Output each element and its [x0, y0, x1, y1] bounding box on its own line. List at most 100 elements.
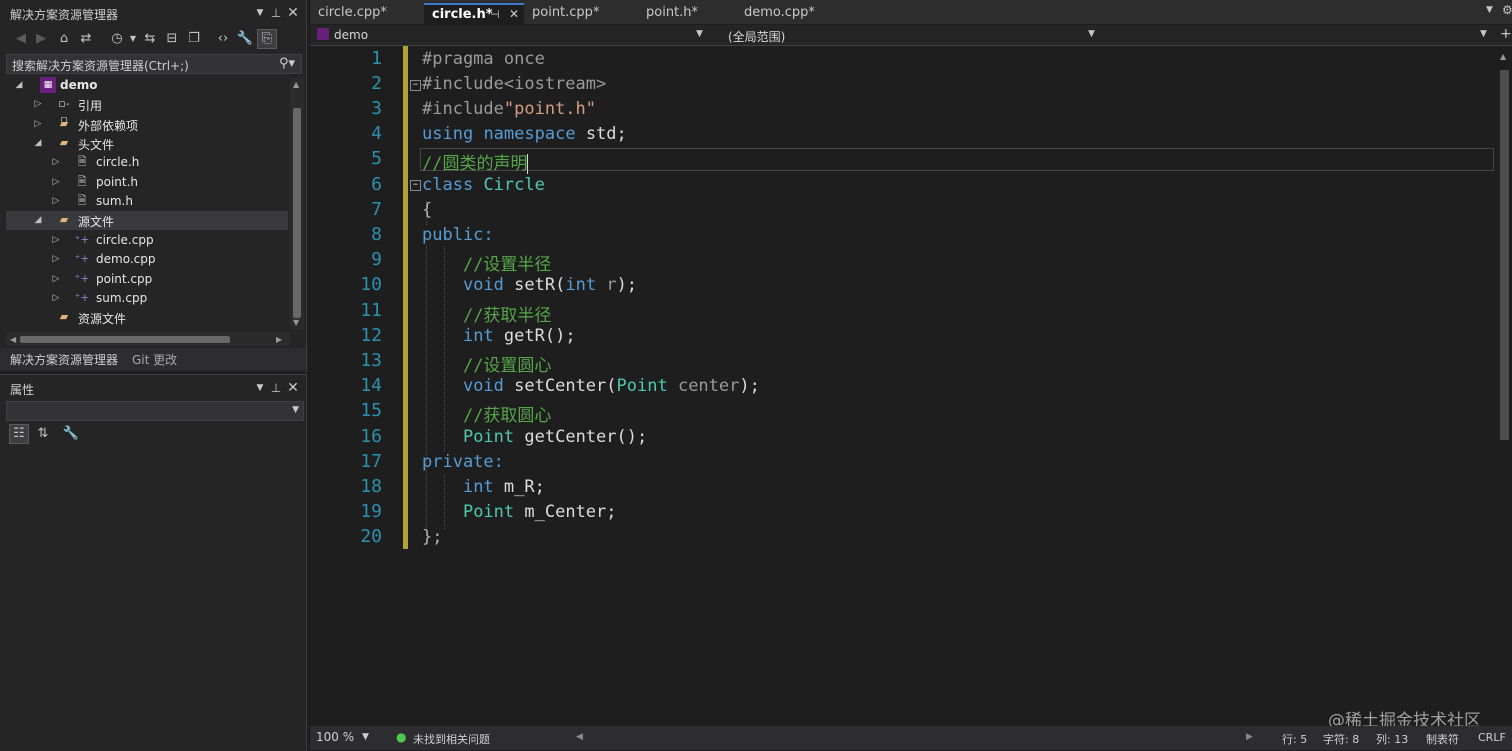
show-all-files-icon[interactable]: ❐ — [185, 30, 203, 48]
collapsed-arrow-icon[interactable]: ▷ — [51, 175, 61, 189]
collapsed-arrow-icon[interactable]: ▷ — [51, 194, 61, 208]
line-ending[interactable]: CRLF — [1478, 731, 1506, 744]
tree-item-project-demo[interactable]: ◢ ▦ demo — [6, 76, 288, 95]
settings-gear-icon[interactable]: ⚙ — [1502, 3, 1512, 17]
collapse-all-icon[interactable]: ⊟ — [163, 30, 181, 48]
column-indicator[interactable]: 列: 13 — [1376, 731, 1408, 747]
line-number: 7 — [371, 199, 382, 220]
keyword: int — [462, 477, 494, 497]
project-icon: ▦ — [40, 77, 56, 93]
chevron-down-icon: ▼ — [1480, 29, 1487, 39]
expanded-arrow-icon[interactable]: ◢ — [33, 136, 43, 150]
split-add-icon[interactable]: + — [1500, 26, 1512, 42]
tree-item-demo-cpp[interactable]: ▷ ⁺+ demo.cpp — [6, 250, 288, 269]
issues-status[interactable]: 未找到相关问题 — [413, 731, 490, 747]
line-number: 11 — [360, 300, 382, 321]
pin-icon[interactable]: ⊥ — [268, 380, 284, 396]
property-pages-wrench-icon[interactable]: 🔧 — [62, 425, 80, 443]
window-position-dropdown-icon[interactable]: ▼ — [252, 5, 268, 21]
tree-item-sum-h[interactable]: ▷ 🗎 sum.h — [6, 192, 288, 211]
scroll-left-icon[interactable]: ◀ — [10, 335, 16, 344]
search-icon[interactable]: ⚲▾ — [279, 56, 295, 71]
alphabetical-icon[interactable]: ⇅ — [34, 425, 52, 443]
scope-selector[interactable]: (全局范围) ▼ — [722, 26, 1102, 44]
sync-with-active-document-icon[interactable]: ⇆ — [141, 30, 159, 48]
scrollbar-thumb[interactable] — [293, 108, 301, 318]
close-icon[interactable]: ✕ — [285, 5, 301, 21]
collapsed-arrow-icon[interactable]: ▷ — [51, 252, 61, 266]
tab-demo-cpp[interactable]: demo.cpp* — [736, 3, 856, 24]
tree-item-references[interactable]: ▷ ▫‐▫ 引用 — [6, 95, 288, 126]
tab-point-h[interactable]: point.h* — [638, 3, 734, 24]
collapse-region-icon[interactable]: − — [410, 180, 421, 191]
switch-views-icon[interactable]: ⇄ — [77, 30, 95, 48]
line-number: 15 — [360, 400, 382, 421]
scroll-right-icon[interactable]: ▶ — [1246, 732, 1253, 742]
scroll-right-icon[interactable]: ▶ — [276, 335, 282, 344]
indentation-mode[interactable]: 制表符 — [1426, 731, 1459, 747]
scrollbar-thumb[interactable] — [20, 336, 230, 343]
collapsed-arrow-icon[interactable]: ▷ — [33, 117, 43, 131]
scroll-up-icon[interactable]: ▲ — [1500, 52, 1506, 61]
expanded-arrow-icon[interactable]: ◢ — [14, 78, 24, 92]
code-line-20: }; — [422, 527, 442, 547]
tree-item-sum-cpp[interactable]: ▷ ⁺+ sum.cpp — [6, 289, 288, 308]
expanded-arrow-icon[interactable]: ◢ — [33, 213, 43, 227]
categorized-icon[interactable]: ☷ — [9, 424, 29, 444]
editor-vertical-scrollbar[interactable]: ▲ — [1496, 46, 1512, 726]
tree-item-resource-files[interactable]: ▰ 资源文件 — [6, 308, 288, 327]
scroll-up-icon[interactable]: ▲ — [293, 80, 299, 89]
pin-tab-icon[interactable]: ⊣ — [490, 8, 500, 21]
filter-dropdown-icon[interactable]: ▼ — [124, 30, 142, 48]
preview-selected-items-icon[interactable]: ⎘ — [257, 29, 277, 49]
scroll-left-icon[interactable]: ◀ — [576, 732, 583, 742]
folder-icon: ▰ — [59, 310, 69, 323]
collapsed-arrow-icon[interactable]: ▷ — [51, 233, 61, 247]
tree-item-point-h[interactable]: ▷ 🗎 point.h — [6, 173, 288, 192]
zoom-dropdown-icon[interactable]: ▼ — [362, 732, 369, 742]
char-indicator[interactable]: 字符: 8 — [1323, 731, 1359, 747]
tab-git-changes[interactable]: Git 更改 — [132, 351, 177, 368]
line-indicator[interactable]: 行: 5 — [1282, 731, 1307, 747]
properties-wrench-icon[interactable]: 🔧 — [236, 30, 254, 48]
punctuation: ); — [616, 275, 638, 295]
collapsed-arrow-icon[interactable]: ▷ — [51, 272, 61, 286]
tree-vertical-scrollbar[interactable]: ▲ ▼ — [290, 78, 304, 330]
window-position-dropdown-icon[interactable]: ▼ — [252, 380, 268, 396]
pin-icon[interactable]: ⊥ — [268, 5, 284, 21]
tree-horizontal-scrollbar[interactable]: ◀ ▶ — [6, 332, 290, 346]
tree-item-source-files[interactable]: ◢ ▰ 源文件 — [6, 211, 288, 230]
close-tab-icon[interactable]: ✕ — [509, 7, 519, 21]
tab-solution-explorer[interactable]: 解决方案资源管理器 — [10, 351, 118, 368]
tree-item-circle-h[interactable]: ▷ 🗎 circle.h — [6, 153, 288, 172]
zoom-level[interactable]: 100 % — [316, 730, 354, 744]
collapsed-arrow-icon[interactable]: ▷ — [51, 155, 61, 169]
solution-explorer-toolbar: ◀ ▶ ⌂ ⇄ ◷ ▼ ⇆ ⊟ ❐ ‹› 🔧 ⎘ — [8, 28, 298, 50]
collapse-region-icon[interactable]: − — [410, 80, 421, 91]
back-icon[interactable]: ◀ — [12, 30, 30, 48]
scroll-down-icon[interactable]: ▼ — [293, 318, 299, 327]
home-icon[interactable]: ⌂ — [55, 30, 73, 48]
tab-point-cpp[interactable]: point.cpp* — [524, 3, 636, 24]
forward-icon[interactable]: ▶ — [32, 30, 50, 48]
project-selector[interactable]: demo ▼ — [312, 26, 706, 44]
code-view-icon[interactable]: ‹› — [214, 30, 232, 48]
line-number: 12 — [360, 325, 382, 346]
properties-object-selector[interactable]: ▼ — [6, 401, 304, 421]
check-circle-icon: ● — [396, 730, 407, 744]
tree-item-circle-cpp[interactable]: ▷ ⁺+ circle.cpp — [6, 231, 288, 250]
member-selector[interactable]: ▼ — [1106, 26, 1492, 44]
tree-item-external-dependencies[interactable]: ▷ ▰ 外部依赖项 — [6, 115, 288, 134]
code-editor[interactable]: 1 2 3 4 5 6 7 8 9 10 11 12 13 14 15 16 1… — [310, 46, 1496, 726]
collapsed-arrow-icon[interactable]: ▷ — [51, 291, 61, 305]
scrollbar-thumb[interactable] — [1500, 70, 1509, 440]
collapsed-arrow-icon[interactable]: ▷ — [33, 97, 43, 111]
tab-list-dropdown-icon[interactable]: ▼ — [1486, 5, 1493, 15]
tab-circle-h[interactable]: circle.h* ⊣ ✕ — [424, 3, 524, 26]
tab-circle-cpp[interactable]: circle.cpp* — [310, 3, 416, 24]
close-icon[interactable]: ✕ — [285, 380, 301, 396]
tree-item-point-cpp[interactable]: ▷ ⁺+ point.cpp — [6, 270, 288, 289]
solution-explorer-search-input[interactable]: 搜索解决方案资源管理器(Ctrl+;) ⚲▾ — [6, 54, 302, 74]
tree-item-header-files[interactable]: ◢ ▰ 头文件 — [6, 134, 288, 153]
properties-toolbar: ☷ ⇅ 🔧 — [8, 423, 298, 445]
